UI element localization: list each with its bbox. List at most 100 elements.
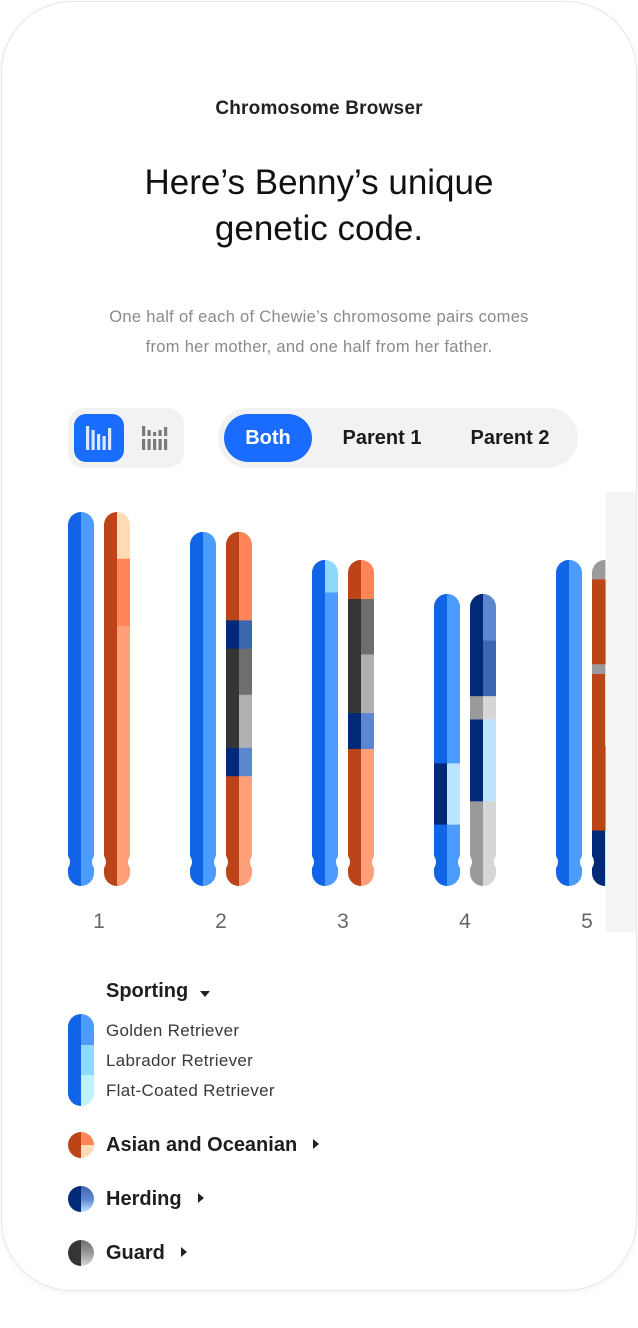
segment-4-2-3-light <box>483 696 496 721</box>
legend-group-label: Sporting <box>106 980 189 1002</box>
chromosome-chart <box>2 492 606 932</box>
segment-4-2-2-dark <box>470 640 484 697</box>
segment-3-2-2-dark <box>348 599 362 655</box>
chromatid-5-2 <box>592 559 606 886</box>
chromosome-3[interactable] <box>312 559 374 887</box>
segment-5-1-1-dark <box>556 559 570 886</box>
segment-2-2-5-dark <box>226 747 240 777</box>
grid-bars-icon <box>142 426 168 450</box>
page-eyebrow: Chromosome Browser <box>215 98 423 119</box>
ancestry-legend: Sporting Golden Retriever Labrador Retri… <box>68 980 588 1266</box>
segment-4-2-4-dark <box>470 719 484 802</box>
segment-3-2-3-light <box>361 654 374 714</box>
segment-4-2-3-dark <box>470 696 484 721</box>
chromosome-4[interactable] <box>434 593 496 887</box>
sporting-breed-list: Golden Retriever Labrador Retriever Flat… <box>106 1016 275 1106</box>
chromatid-4-2 <box>470 593 496 886</box>
segment-1-2-3-light <box>117 626 130 886</box>
filter-parent-2-button[interactable]: Parent 2 <box>450 414 570 462</box>
view-toggle <box>68 408 184 468</box>
chromatid-3-2 <box>348 559 374 886</box>
page-description: One half of each of Chewie’s chromosome … <box>2 302 636 362</box>
chromosome-label-3: 3 <box>337 910 349 933</box>
chromatid-1-1 <box>68 512 94 886</box>
segment-1-2-2-dark <box>104 558 118 627</box>
breed-flat-coated-retriever: Flat-Coated Retriever <box>106 1081 275 1100</box>
breed-labrador-retriever: Labrador Retriever <box>106 1051 254 1070</box>
segment-3-2-2-light <box>361 599 374 655</box>
segment-1-2-2-light <box>117 558 130 627</box>
legend-group-guard[interactable]: Guard <box>68 1240 187 1266</box>
breed-golden-retriever: Golden Retriever <box>106 1021 240 1040</box>
legend-group-asian-oceanian[interactable]: Asian and Oceanian <box>68 1132 320 1158</box>
segment-1-1-1-dark <box>68 512 82 886</box>
segment-2-2-1-dark <box>226 531 240 621</box>
legend-group-label: Guard <box>106 1241 165 1264</box>
segment-2-2-1-light <box>239 531 252 621</box>
chromosome-1[interactable] <box>68 512 130 887</box>
segment-3-2-5-dark <box>348 749 362 886</box>
segment-2-2-3-dark <box>226 648 240 696</box>
segment-2-2-6-dark <box>226 776 240 887</box>
segment-1-2-1-light <box>117 512 130 560</box>
description-line-2: from her mother, and one half from her f… <box>145 338 493 356</box>
segment-2-1-1-light <box>203 531 216 886</box>
legend-group-sporting[interactable]: Sporting <box>106 980 588 1003</box>
segment-2-2-4-dark <box>226 694 240 749</box>
legend-group-herding[interactable]: Herding <box>68 1186 204 1212</box>
segment-3-1-2-dark <box>312 592 326 886</box>
segment-2-2-6-light <box>239 776 252 887</box>
segment-4-2-5-light <box>483 801 496 886</box>
segment-5-2-3-dark <box>592 664 606 675</box>
segment-4-1-2-light <box>447 763 460 826</box>
title-line-1: Here’s Benny’s unique <box>144 163 494 202</box>
segment-3-1-1-light <box>325 559 338 593</box>
chromatid-1-2 <box>104 512 130 886</box>
segment-3-2-3-dark <box>348 654 362 714</box>
segment-5-2-2-dark <box>592 579 606 665</box>
segment-4-1-1-light <box>447 593 460 764</box>
segment-3-2-4-dark <box>348 713 362 750</box>
segment-3-2-1-light <box>361 559 374 600</box>
segment-3-1-2-light <box>325 592 338 886</box>
filter-both-button[interactable]: Both <box>224 414 312 462</box>
segment-2-2-5-light <box>239 747 252 777</box>
page-title: Here’s Benny’s unique genetic code. <box>2 160 636 252</box>
caret-right-icon <box>197 1190 204 1208</box>
title-line-2: genetic code. <box>214 209 424 248</box>
filter-parent-1-button[interactable]: Parent 1 <box>322 414 442 462</box>
chromosome-5[interactable] <box>556 559 606 887</box>
description-line-1: One half of each of Chewie’s chromosome … <box>109 308 529 326</box>
caret-right-icon <box>180 1244 187 1262</box>
segment-2-1-1-dark <box>190 531 204 886</box>
grid-view-button[interactable] <box>130 414 180 462</box>
parent-filter: Both Parent 1 Parent 2 <box>218 408 578 468</box>
bar-view-button[interactable] <box>74 414 124 462</box>
segment-5-1-1-light <box>569 559 582 886</box>
segment-4-1-3-dark <box>434 824 448 886</box>
guard-swatch-icon <box>68 1240 94 1266</box>
segment-4-2-5-dark <box>470 801 484 886</box>
sporting-swatch-icon <box>68 1014 94 1106</box>
segment-1-2-3-dark <box>104 626 118 886</box>
segment-3-1-1-dark <box>312 559 326 593</box>
segment-1-2-1-dark <box>104 512 118 560</box>
segment-4-2-1-dark <box>470 593 484 642</box>
asian-swatch-icon <box>68 1132 94 1158</box>
chromosome-2[interactable] <box>190 531 252 887</box>
herding-swatch-icon <box>68 1186 94 1212</box>
chromosome-label-2: 2 <box>215 910 227 933</box>
segment-3-2-4-light <box>361 713 374 750</box>
chromatid-4-1 <box>434 593 460 886</box>
chromatid-2-1 <box>190 531 216 886</box>
segment-3-2-5-light <box>361 749 374 886</box>
chromatid-2-2 <box>226 531 252 887</box>
bars-icon <box>86 426 112 450</box>
segment-4-1-3-light <box>447 824 460 886</box>
segment-4-1-1-dark <box>434 593 448 764</box>
caret-right-icon <box>313 1136 320 1154</box>
scroll-edge <box>606 492 636 932</box>
segment-4-2-2-light <box>483 640 496 697</box>
chromosome-label-4: 4 <box>459 910 471 933</box>
segment-5-2-6-dark <box>592 830 606 886</box>
